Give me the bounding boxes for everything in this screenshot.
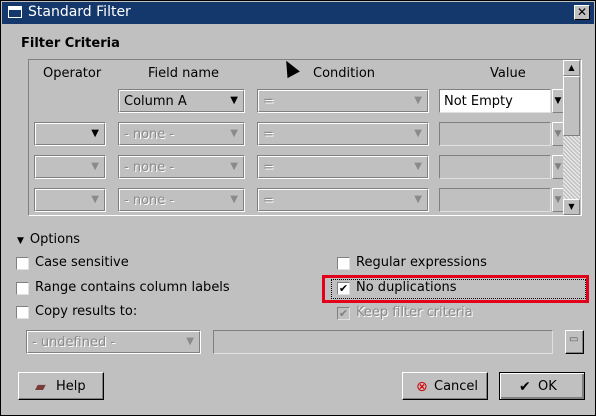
operator-select-2[interactable]: ▼ xyxy=(34,122,106,146)
filter-criteria-heading: Filter Criteria xyxy=(21,36,120,51)
scroll-down-icon[interactable]: ▼ xyxy=(563,199,580,215)
standard-filter-dialog: Standard Filter ✕ Filter Criteria Operat… xyxy=(0,0,596,416)
value-input-4[interactable] xyxy=(439,188,551,212)
dropdown-arrow-icon: ▼ xyxy=(230,161,238,172)
collapse-triangle-icon: ▼ xyxy=(17,236,24,246)
copy-target-select[interactable]: - undefined - ▼ xyxy=(26,330,201,354)
copy-target-input[interactable] xyxy=(213,330,553,354)
operator-select-3[interactable]: ▼ xyxy=(34,155,106,179)
window-title: Standard Filter xyxy=(28,4,131,20)
col-header-condition: Condition xyxy=(313,66,376,81)
cancel-button[interactable]: ⊗ Cancel xyxy=(402,372,488,400)
field-name-select-3[interactable]: - none - ▼ xyxy=(118,155,245,179)
options-expander[interactable]: ▼ Options xyxy=(17,232,80,247)
ok-check-icon: ✔ xyxy=(519,379,531,395)
value-input-1[interactable]: Not Empty xyxy=(439,89,551,113)
scroll-thumb[interactable] xyxy=(563,76,580,136)
condition-select-4[interactable]: = ▼ xyxy=(257,188,429,212)
col-header-value: Value xyxy=(490,66,526,81)
checkmark-icon: ✔ xyxy=(337,282,350,295)
help-button[interactable]: ▰ Help xyxy=(18,372,104,400)
close-button[interactable]: ✕ xyxy=(574,5,590,20)
field-name-select-1[interactable]: Column A ▼ xyxy=(118,89,245,113)
field-name-select-4[interactable]: - none - ▼ xyxy=(118,188,245,212)
condition-select-3[interactable]: = ▼ xyxy=(257,155,429,179)
dropdown-arrow-icon: ▼ xyxy=(230,95,238,106)
dropdown-arrow-icon: ▼ xyxy=(414,128,422,139)
title-bar: Standard Filter ✕ xyxy=(2,2,594,24)
condition-select-2[interactable]: = ▼ xyxy=(257,122,429,146)
dropdown-arrow-icon: ▼ xyxy=(230,128,238,139)
shrink-dialog-button[interactable]: ▭ xyxy=(565,330,584,354)
operator-select-4[interactable]: ▼ xyxy=(34,188,106,212)
window-icon xyxy=(8,6,22,18)
dropdown-arrow-icon: ▼ xyxy=(91,194,99,205)
col-header-field-name: Field name xyxy=(148,66,220,81)
dropdown-arrow-icon: ▼ xyxy=(414,161,422,172)
criteria-scrollbar[interactable]: ▲ ▼ xyxy=(563,60,580,215)
value-input-2[interactable] xyxy=(439,122,551,146)
dropdown-arrow-icon: ▼ xyxy=(414,95,422,106)
dropdown-arrow-icon: ▼ xyxy=(230,194,238,205)
cancel-icon: ⊗ xyxy=(416,379,428,395)
value-input-3[interactable] xyxy=(439,155,551,179)
condition-select-1[interactable]: = ▼ xyxy=(257,89,429,113)
col-header-operator: Operator xyxy=(43,66,102,81)
dropdown-arrow-icon: ▼ xyxy=(91,128,99,139)
scroll-up-icon[interactable]: ▲ xyxy=(563,60,580,76)
field-name-select-2[interactable]: - none - ▼ xyxy=(118,122,245,146)
dropdown-arrow-icon: ▼ xyxy=(91,161,99,172)
dropdown-arrow-icon: ▼ xyxy=(414,194,422,205)
shrink-icon: ▭ xyxy=(569,334,579,345)
ok-button[interactable]: ✔ OK xyxy=(499,372,585,400)
checkmark-icon: ✔ xyxy=(337,307,350,320)
dropdown-arrow-icon: ▼ xyxy=(186,336,194,347)
help-book-icon: ▰ xyxy=(35,379,46,395)
